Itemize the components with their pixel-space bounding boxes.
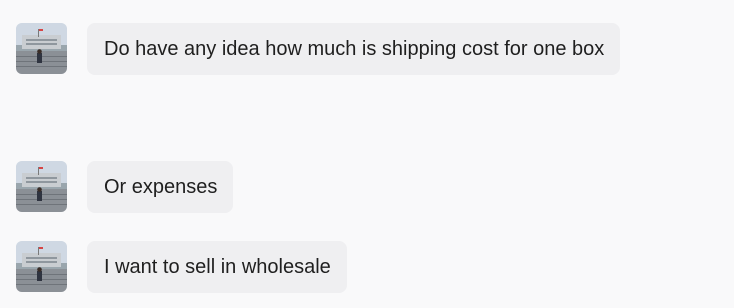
message-row: I want to sell in wholesale (16, 241, 347, 293)
message-row: Do have any idea how much is shipping co… (16, 23, 621, 75)
message-bubble[interactable]: Do have any idea how much is shipping co… (87, 23, 621, 75)
chat-conversation: Do have any idea how much is shipping co… (0, 0, 734, 308)
message-row: Or expenses (16, 161, 234, 213)
message-bubble[interactable]: I want to sell in wholesale (87, 241, 347, 293)
avatar[interactable] (16, 241, 67, 292)
avatar[interactable] (16, 161, 67, 212)
message-bubble[interactable]: Or expenses (87, 161, 234, 213)
user-avatar-photo-icon (16, 241, 67, 292)
user-avatar-photo-icon (16, 23, 67, 74)
user-avatar-photo-icon (16, 161, 67, 212)
avatar[interactable] (16, 23, 67, 74)
